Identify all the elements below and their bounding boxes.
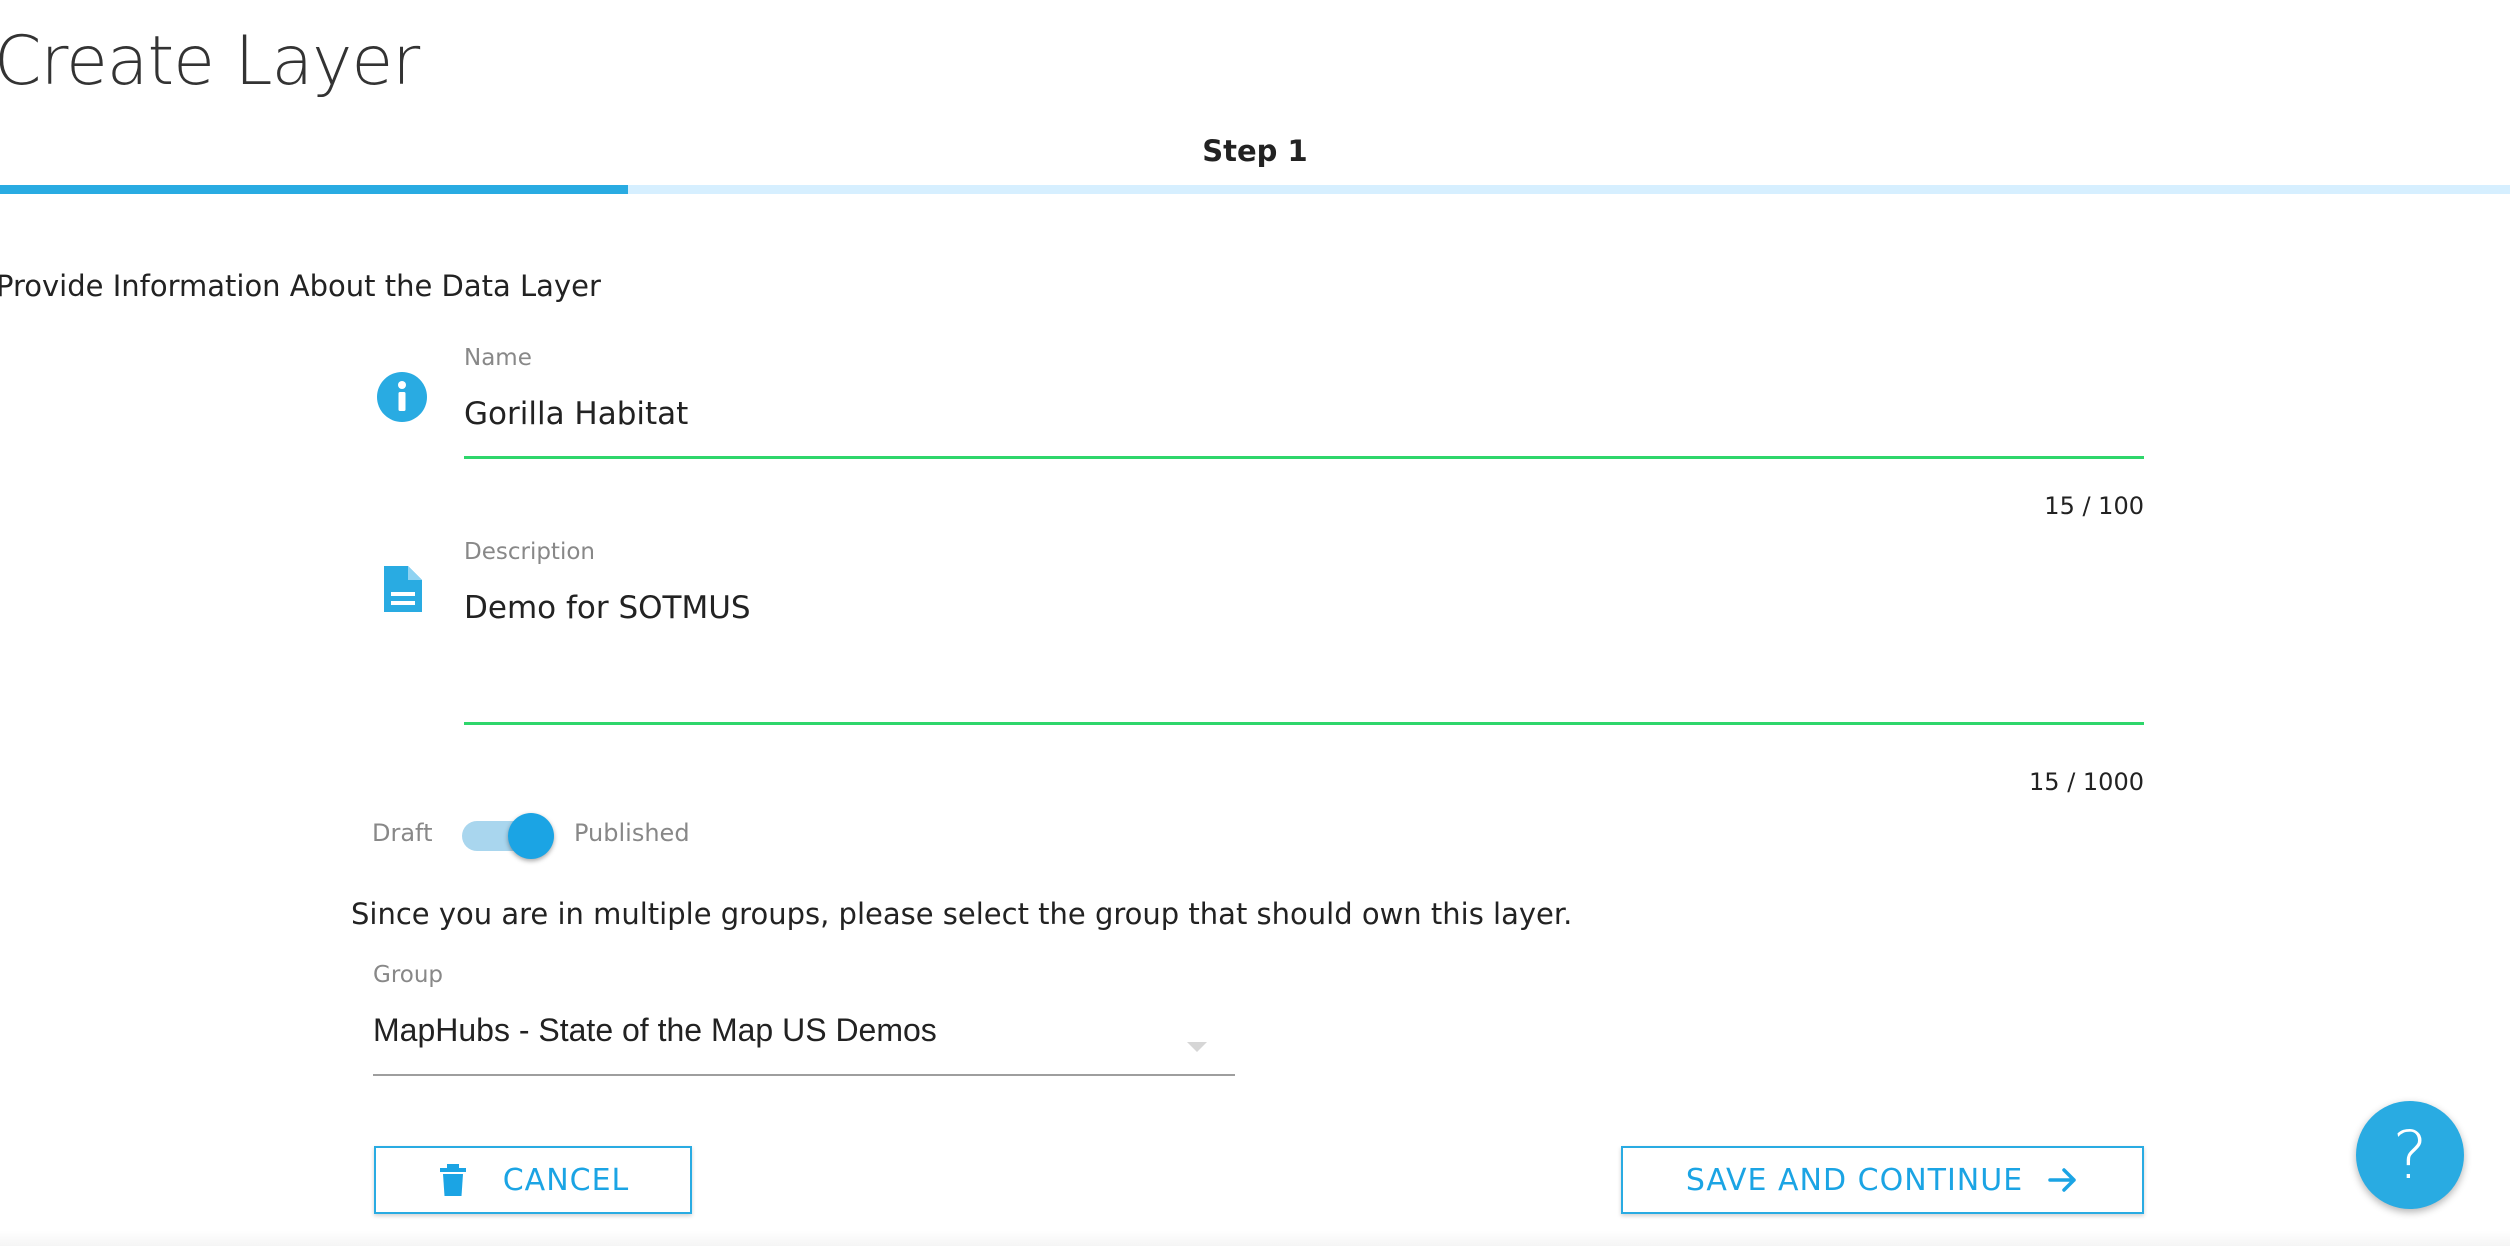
name-input[interactable]: Gorilla Habitat (464, 396, 688, 432)
publish-toggle-switch[interactable] (508, 813, 554, 859)
published-label: Published (574, 819, 690, 847)
info-icon (375, 370, 429, 424)
description-char-counter: 15 / 1000 (2029, 768, 2144, 796)
group-instructions: Since you are in multiple groups, please… (351, 897, 1573, 931)
group-select[interactable]: MapHubs - State of the Map US Demos (373, 1006, 1235, 1076)
step-progress-bar (0, 185, 2510, 194)
draft-label: Draft (372, 819, 433, 847)
name-field-label: Name (464, 345, 532, 371)
trash-icon (437, 1163, 469, 1197)
bottom-divider-shadow (0, 1230, 2510, 1246)
name-char-counter: 15 / 100 (2044, 492, 2144, 520)
step-progress-fill (0, 185, 628, 194)
save-and-continue-button[interactable]: SAVE AND CONTINUE (1621, 1146, 2144, 1214)
group-field-label: Group (373, 962, 444, 988)
name-input-underline (464, 456, 2144, 459)
step-label: Step 1 (1202, 134, 1308, 168)
group-selected-value: MapHubs - State of the Map US Demos (373, 1012, 937, 1048)
create-layer-page: Create Layer Step 1 Provide Information … (0, 0, 2510, 1246)
document-icon (376, 562, 430, 616)
save-button-label: SAVE AND CONTINUE (1685, 1162, 2024, 1198)
arrow-right-icon (2047, 1163, 2079, 1197)
page-title: Create Layer (0, 22, 420, 101)
help-button[interactable]: ? (2356, 1101, 2464, 1209)
description-underline (464, 722, 2144, 725)
description-textarea[interactable]: Demo for SOTMUS (464, 590, 751, 626)
cancel-button-label: CANCEL (502, 1162, 630, 1198)
description-field-label: Description (464, 539, 595, 565)
cancel-button[interactable]: CANCEL (374, 1146, 692, 1214)
section-heading: Provide Information About the Data Layer (0, 269, 601, 303)
dropdown-arrow-icon[interactable] (1187, 1042, 1207, 1052)
